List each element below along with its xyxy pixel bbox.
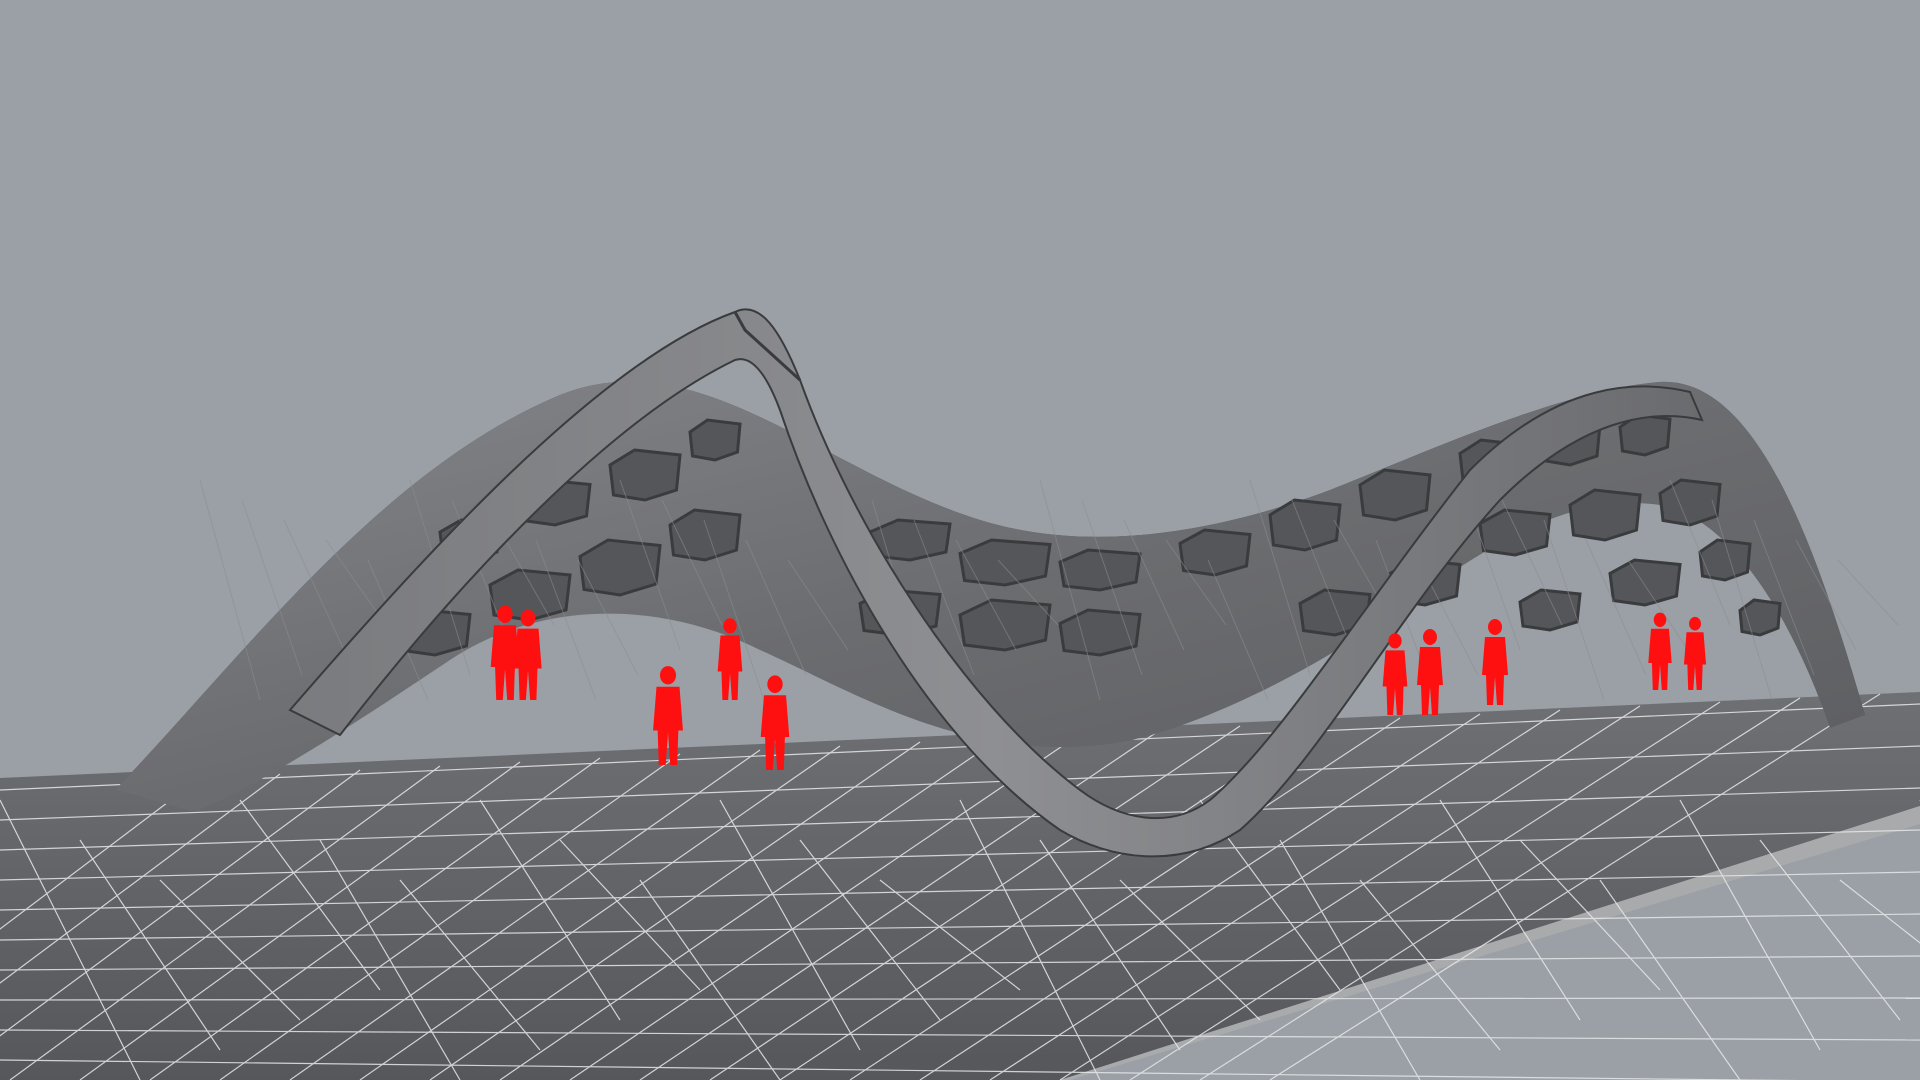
canopy-cell bbox=[958, 538, 1052, 587]
canopy-cell bbox=[1478, 508, 1552, 557]
canopy-cell bbox=[1358, 468, 1432, 522]
render-scene bbox=[0, 0, 1920, 1080]
3d-viewport[interactable] bbox=[0, 0, 1920, 1080]
canopy-cell bbox=[1518, 588, 1582, 632]
canopy-cell bbox=[1698, 538, 1752, 582]
canopy-cell bbox=[1608, 558, 1682, 607]
canopy-cell bbox=[668, 508, 742, 562]
canopy-cell bbox=[958, 598, 1052, 652]
canopy-cell bbox=[1058, 608, 1142, 657]
canopy-cell bbox=[608, 448, 682, 502]
canopy-cell bbox=[1568, 488, 1642, 542]
canopy-cell bbox=[1658, 478, 1722, 527]
canopy-cell bbox=[1058, 548, 1142, 592]
canopy-cell bbox=[688, 418, 742, 462]
canopy-cell bbox=[1738, 598, 1782, 637]
canopy-cell bbox=[1268, 498, 1342, 552]
canopy-cell bbox=[1178, 528, 1252, 577]
